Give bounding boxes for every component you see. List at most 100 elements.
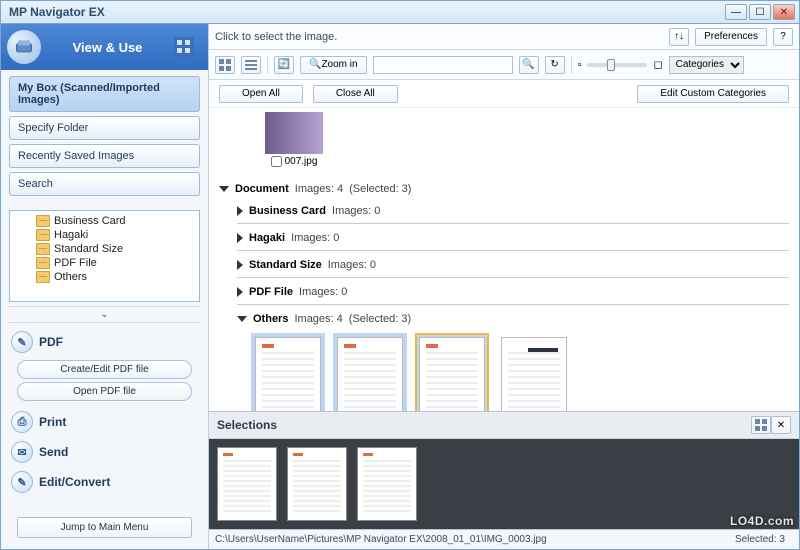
selections-strip[interactable] (209, 439, 799, 529)
thumbnail-item[interactable]: IMG_0002.jpg (333, 333, 407, 411)
minimize-button[interactable]: — (725, 4, 747, 20)
sidebar-actions: ✎ PDF Create/Edit PDF file Open PDF file… (1, 323, 208, 508)
thumbnail-item[interactable]: IMG_0003.jpg (415, 333, 489, 411)
tree-item: Business Card (10, 214, 199, 228)
tree-item: PDF File (10, 256, 199, 270)
group-header[interactable]: Business CardImages: 0 (237, 203, 789, 219)
folder-icon (36, 229, 50, 241)
zoom-slider[interactable] (587, 63, 647, 67)
group-header[interactable]: Document Images: 4 (Selected: 3) (219, 181, 789, 197)
thumbnail-item[interactable]: IMG_0004.jpg (497, 333, 571, 411)
categories-select[interactable]: Categories (669, 56, 744, 74)
view-toolbar: 🔄 🔍 Zoom in 🔍 ↻ ▫ ◻ Categories (209, 50, 799, 80)
help-button[interactable]: ? (773, 28, 793, 46)
sidebar-header-label: View & Use (47, 40, 168, 55)
action-print[interactable]: ⎙ Print (9, 407, 200, 437)
group-header[interactable]: Standard SizeImages: 0 (237, 257, 789, 273)
status-path: C:\Users\UserName\Pictures\MP Navigator … (215, 534, 727, 545)
thumbnail-image[interactable] (265, 112, 323, 154)
view-grid-icon (168, 31, 200, 63)
group-header[interactable]: HagakiImages: 0 (237, 230, 789, 246)
thumbnail-checkbox[interactable] (271, 156, 282, 167)
close-button[interactable]: ✕ (773, 4, 795, 20)
hint-text: Click to select the image. (215, 31, 663, 43)
bulk-button-row: Open All Close All Edit Custom Categorie… (209, 80, 799, 108)
thumbnail-row: IMG_0001.jpg IMG_0002.jpg IMG_0003.jpg I… (237, 327, 789, 411)
scanner-icon (7, 30, 41, 64)
chevron-right-icon (237, 260, 243, 270)
jump-main-menu-button[interactable]: Jump to Main Menu (17, 517, 193, 538)
selection-thumb[interactable] (287, 447, 347, 521)
open-pdf-button[interactable]: Open PDF file (17, 382, 193, 401)
folder-icon (36, 215, 50, 227)
tree-item: Hagaki (10, 228, 199, 242)
selection-thumb[interactable] (217, 447, 277, 521)
chevron-down-icon (237, 316, 247, 322)
status-bar: C:\Users\UserName\Pictures\MP Navigator … (209, 529, 799, 549)
thumbnail-image[interactable] (501, 337, 567, 411)
folder-icon (36, 271, 50, 283)
status-selected: Selected: 3 (727, 534, 793, 545)
folder-icon (36, 257, 50, 269)
view-list-button[interactable] (241, 56, 261, 74)
collapse-toggle[interactable]: ⌄ (9, 306, 200, 323)
chevron-right-icon (237, 287, 243, 297)
sidebar: View & Use My Box (Scanned/Imported Imag… (1, 24, 209, 549)
chevron-right-icon (237, 233, 243, 243)
selection-thumb[interactable] (357, 447, 417, 521)
search-button[interactable]: 🔍 (519, 56, 539, 74)
preferences-button[interactable]: Preferences (695, 28, 767, 46)
close-all-button[interactable]: Close All (313, 85, 398, 103)
search-input[interactable] (373, 56, 513, 74)
thumbnail-item[interactable]: IMG_0001.jpg (251, 333, 325, 411)
open-all-button[interactable]: Open All (219, 85, 303, 103)
group-document: Document Images: 4 (Selected: 3) Busines… (219, 175, 789, 411)
nav-my-box[interactable]: My Box (Scanned/Imported Images) (9, 76, 200, 112)
nav-recently-saved[interactable]: Recently Saved Images (9, 144, 200, 168)
selections-panel: Selections ✕ (209, 411, 799, 529)
content-pane: Click to select the image. ↑↓ Preference… (209, 24, 799, 549)
zoom-slider-knob[interactable] (607, 59, 615, 71)
action-pdf[interactable]: ✎ PDF (9, 327, 200, 357)
thumbnail-item[interactable]: 007.jpg (265, 112, 323, 167)
maximize-button[interactable]: ☐ (749, 4, 771, 20)
sort-toggle-button[interactable]: ↑↓ (669, 28, 689, 46)
create-edit-pdf-button[interactable]: Create/Edit PDF file (17, 360, 193, 379)
tree-item: Others (10, 270, 199, 284)
zoom-in-button[interactable]: 🔍 Zoom in (300, 56, 367, 74)
group-header[interactable]: Others Images: 4 (Selected: 3) (237, 311, 789, 327)
edit-icon: ✎ (11, 471, 33, 493)
nav-specify-folder[interactable]: Specify Folder (9, 116, 200, 140)
zoom-small-icon: ▫ (578, 59, 582, 71)
title-bar: MP Navigator EX — ☐ ✕ (0, 0, 800, 24)
selections-label: Selections (217, 418, 751, 432)
selections-clear-button[interactable]: ✕ (771, 416, 791, 434)
chevron-down-icon (219, 186, 229, 192)
send-icon: ✉ (11, 441, 33, 463)
selections-grid-button[interactable] (751, 416, 771, 434)
thumbnail-image[interactable] (255, 337, 321, 411)
action-send[interactable]: ✉ Send (9, 437, 200, 467)
print-icon: ⎙ (11, 411, 33, 433)
sidebar-header: View & Use (1, 24, 208, 70)
group-header[interactable]: PDF FileImages: 0 (237, 284, 789, 300)
window-title: MP Navigator EX (5, 5, 723, 19)
sidebar-nav: My Box (Scanned/Imported Images) Specify… (1, 70, 208, 206)
action-edit-convert[interactable]: ✎ Edit/Convert (9, 467, 200, 497)
thumbnail-caption[interactable]: 007.jpg (265, 156, 323, 167)
refresh-button[interactable]: ↻ (545, 56, 565, 74)
zoom-large-icon: ◻ (653, 58, 662, 71)
gallery[interactable]: 007.jpg Document Images: 4 (Selected: 3)… (209, 108, 799, 411)
top-toolbar: Click to select the image. ↑↓ Preference… (209, 24, 799, 50)
view-thumbnails-button[interactable] (215, 56, 235, 74)
thumbnail-image[interactable] (337, 337, 403, 411)
edit-custom-categories-button[interactable]: Edit Custom Categories (637, 85, 789, 103)
nav-search[interactable]: Search (9, 172, 200, 196)
tree-item: Standard Size (10, 242, 199, 256)
thumbnail-image[interactable] (419, 337, 485, 411)
chevron-right-icon (237, 206, 243, 216)
pdf-icon: ✎ (11, 331, 33, 353)
folder-tree[interactable]: Business Card Hagaki Standard Size PDF F… (9, 210, 200, 302)
rotate-button[interactable]: 🔄 (274, 56, 294, 74)
folder-icon (36, 243, 50, 255)
